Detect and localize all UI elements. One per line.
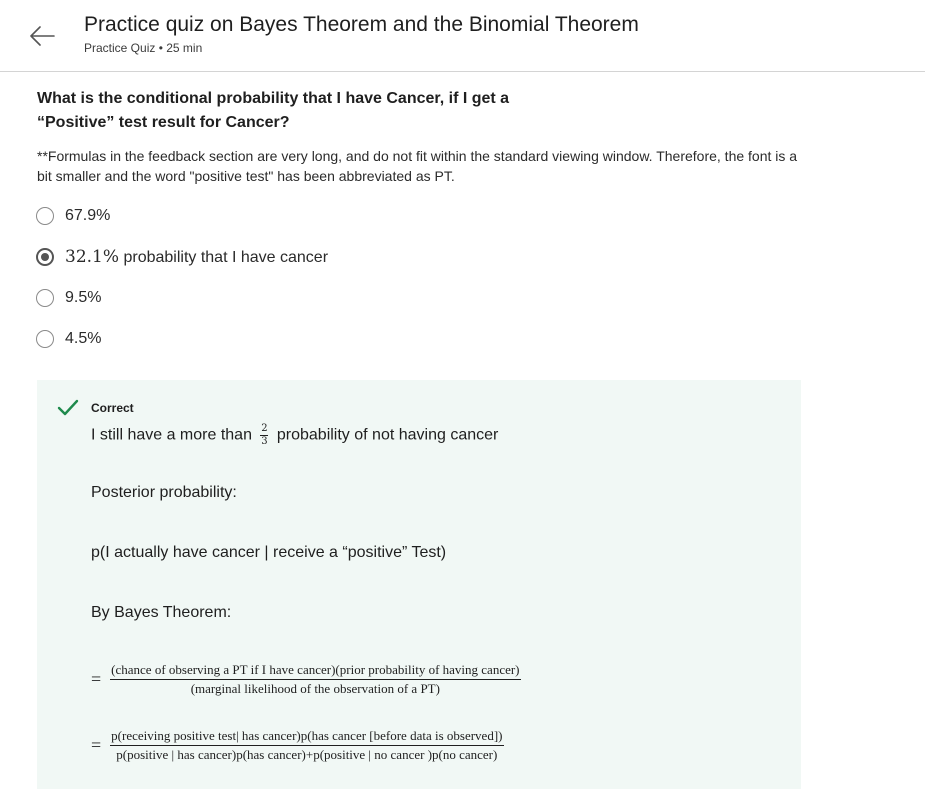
feedback-explanation: I still have a more than 2 3 probability… [91,424,498,447]
fraction-numerator: (chance of observing a PT if I have canc… [110,662,521,680]
question-text: What is the conditional probability that… [37,90,510,131]
back-button[interactable] [22,18,62,54]
bayes-equation-words: = (chance of observing a PT if I have ca… [91,662,521,697]
posterior-label: Posterior probability: [91,484,237,501]
equals-sign: = [91,669,102,689]
answer-option-4[interactable]: 4.5% [36,327,101,351]
page-header: Practice quiz on Bayes Theorem and the B… [0,0,925,72]
feedback-text-before: I still have a more than [91,426,252,444]
answer-option-2[interactable]: 32.1% probability that I have cancer [36,245,328,269]
radio-button-selected[interactable] [36,248,54,266]
radio-button[interactable] [36,207,54,225]
fraction-denominator: p(positive | has cancer)p(has cancer)+p(… [116,747,498,762]
fraction-numerator: p(receiving positive test| has cancer)p(… [110,728,504,746]
posterior-expression: p(I actually have cancer | receive a “po… [91,544,447,561]
answer-option-label: 67.9% [65,207,111,224]
equation-fraction: p(receiving positive test| has cancer)p(… [110,728,504,763]
bayes-equation-symbols: = p(receiving positive test| has cancer)… [91,728,504,763]
fraction-denominator: (marginal likelihood of the observation … [190,681,440,696]
page-subtitle: Practice Quiz • 25 min [84,41,203,55]
fraction-denominator: 3 [261,436,268,447]
page-title: Practice quiz on Bayes Theorem and the B… [84,13,639,36]
feedback-text-after: probability of not having cancer [276,426,499,444]
answer-math-value: 32.1% [65,247,120,267]
radio-button[interactable] [36,289,54,307]
answer-option-label: 4.5% [65,330,102,347]
fraction-numerator: 2 [261,423,268,434]
equals-sign: = [91,735,102,755]
feedback-panel: Correct I still have a more than 2 3 pro… [37,380,801,789]
arrow-left-icon [30,26,55,46]
inline-fraction: 2 3 [260,423,269,447]
equation-fraction: (chance of observing a PT if I have canc… [110,662,521,697]
bayes-label: By Bayes Theorem: [91,604,232,621]
radio-button[interactable] [36,330,54,348]
answer-option-label: 9.5% [65,289,102,306]
correct-status-label: Correct [91,401,134,415]
answer-option-1[interactable]: 67.9% [36,204,110,228]
answer-option-3[interactable]: 9.5% [36,286,101,310]
answer-option-label: 32.1% probability that I have cancer [65,247,328,267]
checkmark-icon [57,399,79,416]
question-note: **Formulas in the feedback section are v… [37,148,798,184]
answer-option-text: probability that I have cancer [119,249,329,266]
